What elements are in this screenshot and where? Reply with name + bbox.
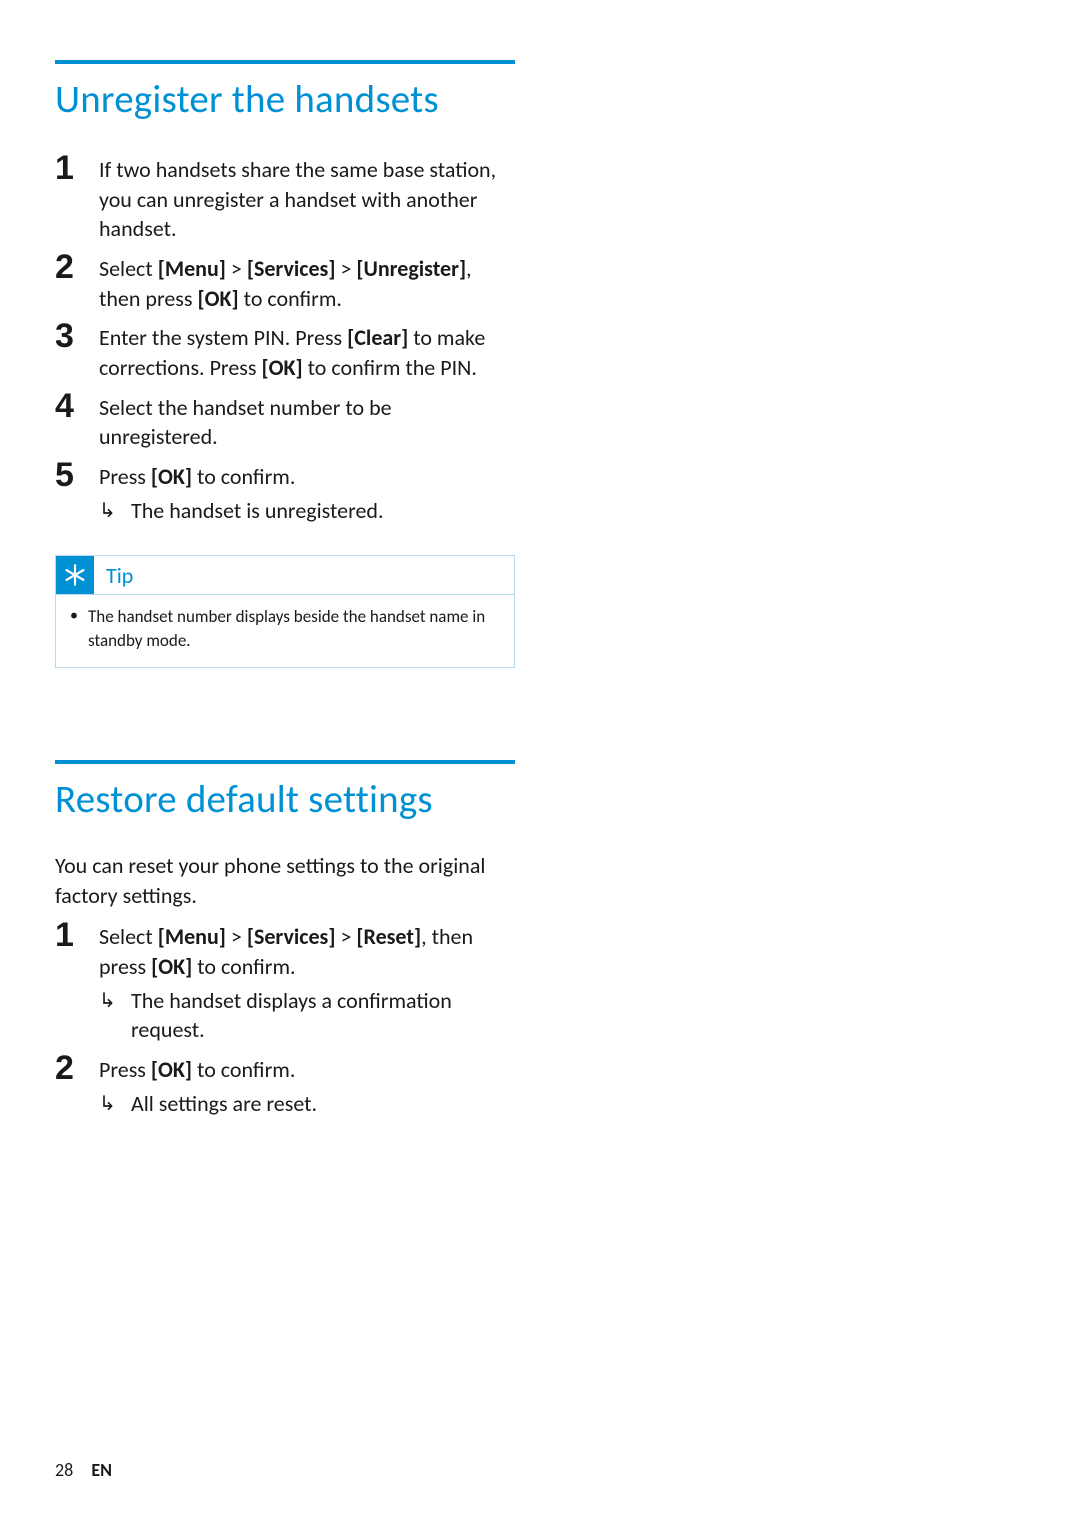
step-body: Select the handset number to be unregist… bbox=[99, 389, 515, 452]
section-title-restore: Restore default settings bbox=[55, 778, 515, 823]
ok-key: [OK] bbox=[261, 354, 302, 381]
ok-key: [OK] bbox=[197, 285, 238, 312]
t: to confirm the PIN. bbox=[303, 354, 477, 381]
t: > bbox=[226, 923, 247, 950]
tip-body: • The handset number displays beside the… bbox=[56, 594, 514, 667]
clear-key: [Clear] bbox=[347, 324, 408, 351]
t: Select bbox=[99, 255, 158, 282]
step-result: ↳ The handset displays a confirmation re… bbox=[99, 986, 515, 1045]
tip-box: Tip • The handset number displays beside… bbox=[55, 555, 515, 668]
t: to confirm. bbox=[192, 953, 295, 980]
services-key: [Services] bbox=[247, 923, 336, 950]
step-number: 3 bbox=[55, 319, 99, 353]
t: Select bbox=[99, 923, 158, 950]
result-arrow-icon: ↳ bbox=[99, 986, 131, 1015]
section-rule bbox=[55, 760, 515, 764]
step-4: 4 Select the handset number to be unregi… bbox=[55, 389, 515, 452]
step-3: 3 Enter the system PIN. Press [Clear] to… bbox=[55, 319, 515, 382]
t: Press bbox=[99, 1056, 151, 1083]
step-body: Select [Menu] > [Services] > [Unregister… bbox=[99, 250, 515, 313]
t: to confirm. bbox=[192, 1056, 295, 1083]
restore-intro: You can reset your phone settings to the… bbox=[55, 851, 515, 910]
result-arrow-icon: ↳ bbox=[99, 1089, 131, 1118]
page-footer: 28 EN bbox=[55, 1459, 112, 1481]
section-rule bbox=[55, 60, 515, 64]
step-body: Enter the system PIN. Press [Clear] to m… bbox=[99, 319, 515, 382]
steps-restore: 1 Select [Menu] > [Services] > [Reset], … bbox=[55, 918, 515, 1118]
step-number: 2 bbox=[55, 1051, 99, 1085]
language-code: EN bbox=[91, 1459, 112, 1481]
reset-key: [Reset] bbox=[356, 923, 421, 950]
step-body: Press [OK] to confirm. ↳ The handset is … bbox=[99, 458, 515, 525]
tip-label: Tip bbox=[94, 556, 133, 594]
step-body: If two handsets share the same base stat… bbox=[99, 151, 515, 244]
step-number: 1 bbox=[55, 918, 99, 952]
t: Enter the system PIN. Press bbox=[99, 324, 347, 351]
bullet-icon: • bbox=[70, 605, 88, 627]
ok-key: [OK] bbox=[151, 953, 192, 980]
step-result: ↳ The handset is unregistered. bbox=[99, 496, 515, 526]
t: to confirm. bbox=[192, 463, 295, 490]
step-result: ↳ All settings are reset. bbox=[99, 1089, 515, 1119]
step-2: 2 Select [Menu] > [Services] > [Unregist… bbox=[55, 250, 515, 313]
result-text: The handset displays a confirmation requ… bbox=[131, 986, 515, 1045]
steps-unregister: 1 If two handsets share the same base st… bbox=[55, 151, 515, 526]
result-text: All settings are reset. bbox=[131, 1089, 317, 1119]
step-number: 4 bbox=[55, 389, 99, 423]
section-title-unregister: Unregister the handsets bbox=[55, 78, 515, 123]
step-number: 1 bbox=[55, 151, 99, 185]
step-number: 2 bbox=[55, 250, 99, 284]
t: > bbox=[335, 923, 356, 950]
step-number: 5 bbox=[55, 458, 99, 492]
unregister-key: [Unregister] bbox=[356, 255, 466, 282]
t: to confirm. bbox=[239, 285, 342, 312]
step-body: Select [Menu] > [Services] > [Reset], th… bbox=[99, 918, 515, 1045]
step-1: 1 Select [Menu] > [Services] > [Reset], … bbox=[55, 918, 515, 1045]
asterisk-icon bbox=[62, 562, 88, 588]
tip-icon bbox=[56, 556, 94, 594]
tip-text: The handset number displays beside the h… bbox=[88, 605, 500, 653]
step-5: 5 Press [OK] to confirm. ↳ The handset i… bbox=[55, 458, 515, 525]
t: > bbox=[335, 255, 356, 282]
ok-key: [OK] bbox=[151, 463, 192, 490]
menu-key: [Menu] bbox=[158, 255, 226, 282]
ok-key: [OK] bbox=[151, 1056, 192, 1083]
step-1: 1 If two handsets share the same base st… bbox=[55, 151, 515, 244]
step-2: 2 Press [OK] to confirm. ↳ All settings … bbox=[55, 1051, 515, 1118]
content-column: Unregister the handsets 1 If two handset… bbox=[55, 60, 515, 1118]
page-number: 28 bbox=[55, 1459, 73, 1481]
services-key: [Services] bbox=[247, 255, 336, 282]
result-arrow-icon: ↳ bbox=[99, 496, 131, 525]
t: > bbox=[226, 255, 247, 282]
menu-key: [Menu] bbox=[158, 923, 226, 950]
t: Press bbox=[99, 463, 151, 490]
step-body: Press [OK] to confirm. ↳ All settings ar… bbox=[99, 1051, 515, 1118]
result-text: The handset is unregistered. bbox=[131, 496, 384, 526]
tip-header: Tip bbox=[56, 556, 514, 594]
